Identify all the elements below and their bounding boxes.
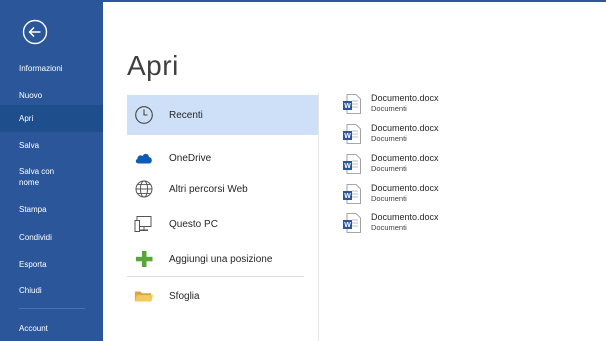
nav-item-apri[interactable]: Apri [0,105,103,132]
nav-item-salva-con-nome[interactable]: Salva con nome [0,166,103,188]
top-accent-line [103,0,606,2]
place-label: Altri percorsi Web [169,183,248,195]
recent-file-item[interactable]: W Documento.docx Documenti [343,152,593,180]
place-label: Questo PC [169,218,218,230]
recent-file-item[interactable]: W Documento.docx Documenti [343,92,593,120]
svg-text:W: W [344,133,351,140]
nav-item-informazioni[interactable]: Informazioni [0,63,103,74]
svg-text:W: W [344,103,351,110]
nav-divider [19,308,85,309]
file-name: Documento.docx [371,183,439,193]
word-document-icon: W [343,184,361,204]
place-label: Sfoglia [169,290,200,302]
clock-icon [134,105,154,125]
place-label: Aggiungi una posizione [169,253,273,265]
globe-icon [134,179,154,199]
nav-item-nuovo[interactable]: Nuovo [0,90,103,101]
place-label: OneDrive [169,152,212,164]
file-name: Documento.docx [371,212,439,222]
place-sfoglia[interactable]: Sfoglia [127,276,318,316]
nav-item-account[interactable]: Account [0,323,103,334]
file-location: Documenti [371,223,407,232]
nav-item-esporta[interactable]: Esporta [0,259,103,270]
file-name: Documento.docx [371,153,439,163]
place-label: Recenti [169,109,203,121]
nav-item-chiudi[interactable]: Chiudi [0,285,103,296]
nav-item-salva[interactable]: Salva [0,140,103,151]
back-button[interactable] [22,19,48,45]
nav-item-condividi[interactable]: Condividi [0,232,103,243]
computer-icon [134,214,154,234]
file-name: Documento.docx [371,123,439,133]
backstage-sidebar: Informazioni Nuovo Apri Salva Salva con … [0,0,103,341]
file-location: Documenti [371,194,407,203]
file-location: Documenti [371,134,407,143]
cloud-icon [134,148,154,168]
svg-text:W: W [344,163,351,170]
word-document-icon: W [343,213,361,233]
recent-file-item[interactable]: W Documento.docx Documenti [343,182,593,210]
word-document-icon: W [343,154,361,174]
place-aggiungi-posizione[interactable]: Aggiungi una posizione [127,239,318,279]
word-document-icon: W [343,94,361,114]
folder-icon [134,286,154,306]
recent-file-item[interactable]: W Documento.docx Documenti [343,122,593,150]
plus-icon [134,249,154,269]
place-recenti[interactable]: Recenti [127,95,318,135]
svg-text:W: W [344,222,351,229]
place-questo-pc[interactable]: Questo PC [127,204,318,244]
nav-item-stampa[interactable]: Stampa [0,204,103,215]
word-document-icon: W [343,124,361,144]
recent-file-item[interactable]: W Documento.docx Documenti [343,211,593,239]
back-arrow-icon [22,19,48,45]
file-location: Documenti [371,164,407,173]
column-divider [318,93,319,341]
place-altri-percorsi-web[interactable]: Altri percorsi Web [127,169,318,209]
places-divider [127,276,304,277]
file-location: Documenti [371,104,407,113]
svg-text:W: W [344,193,351,200]
file-name: Documento.docx [371,93,439,103]
page-title: Apri [127,50,179,81]
